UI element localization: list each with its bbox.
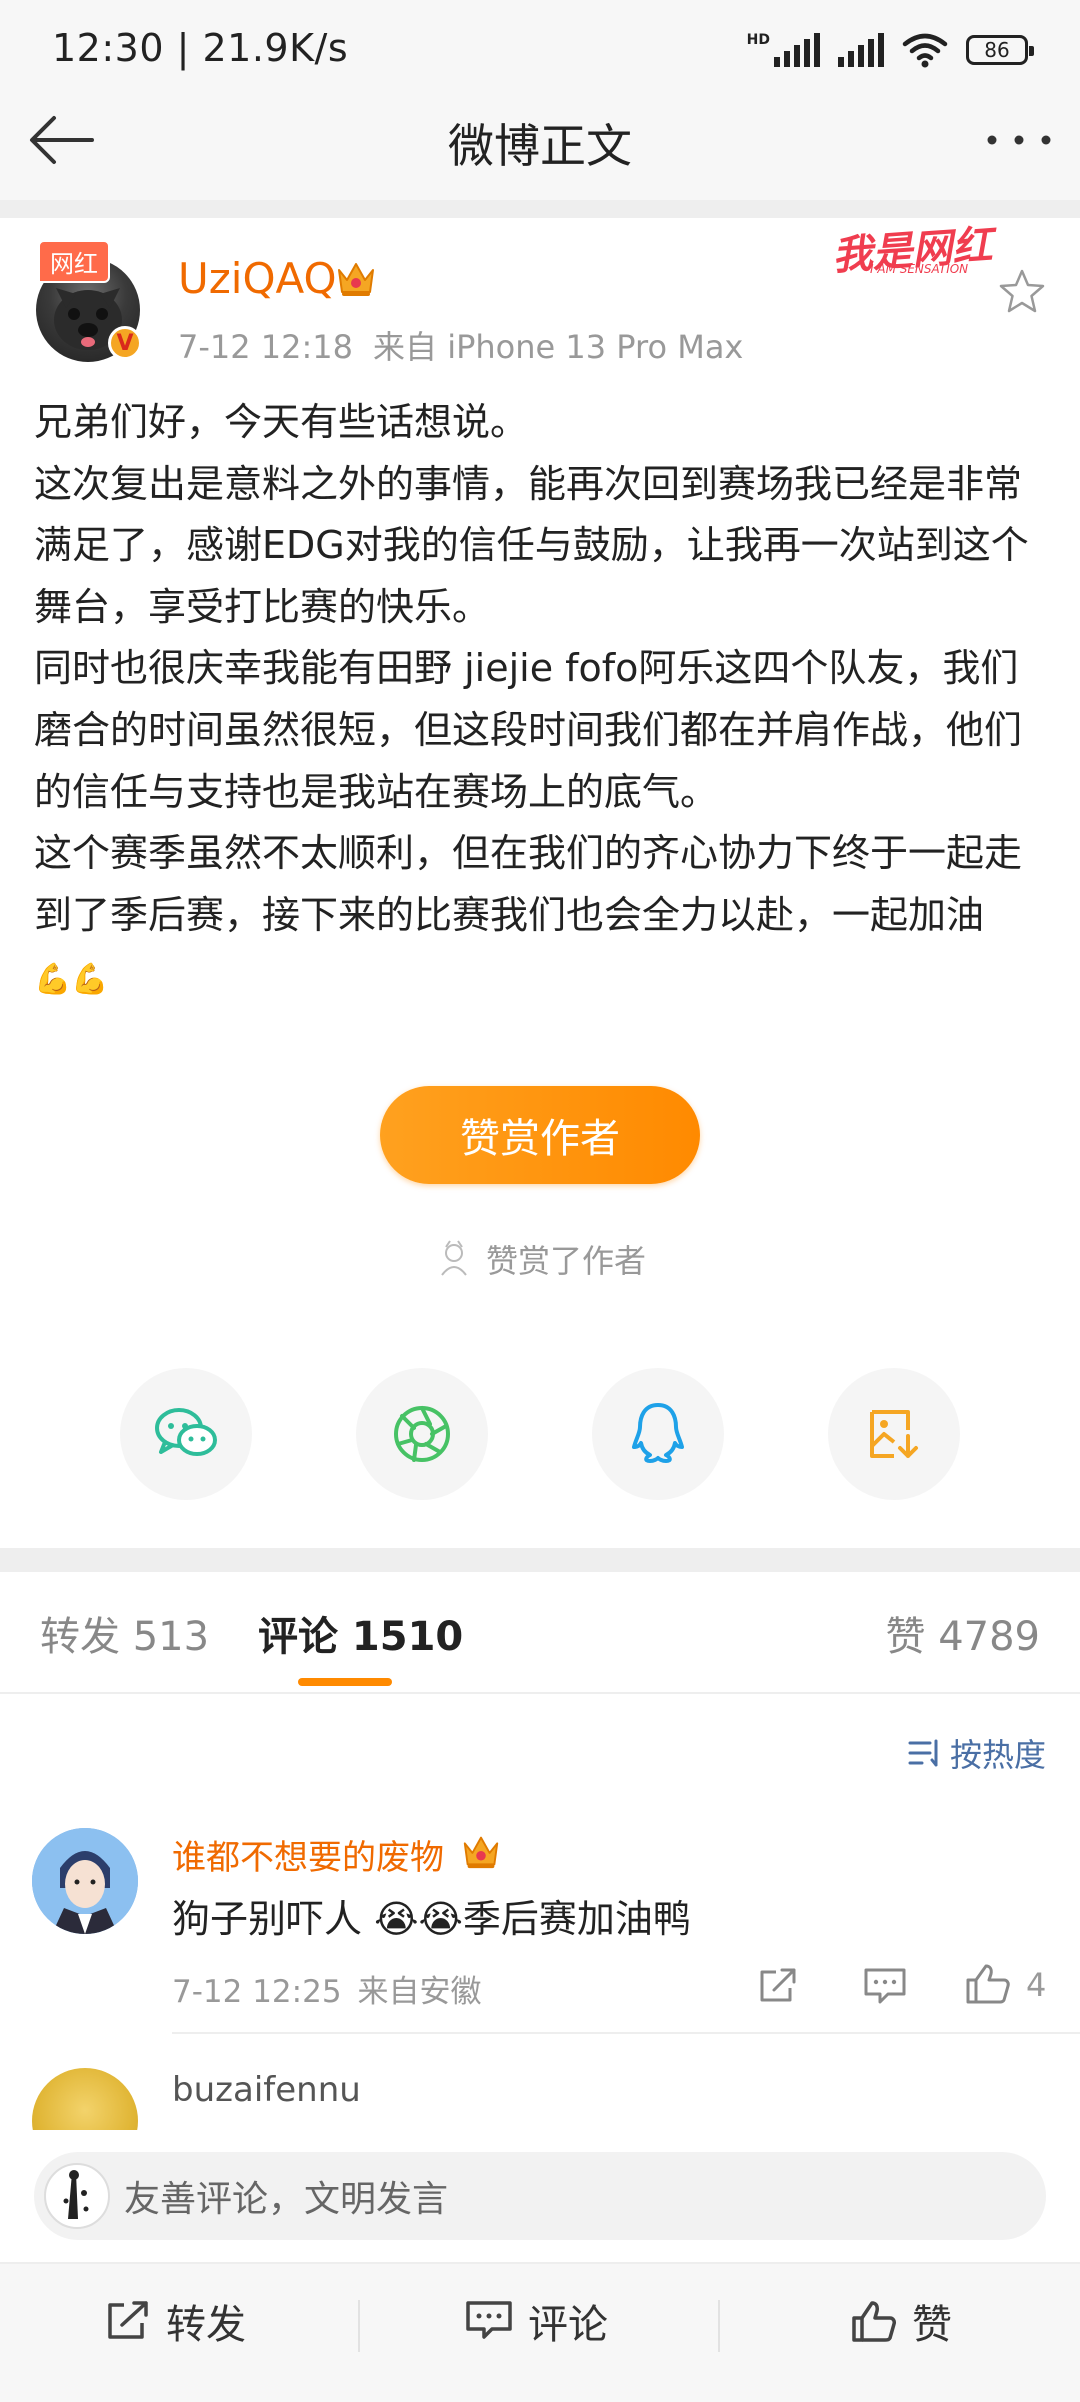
tabs-divider xyxy=(0,1692,1080,1694)
comment-button[interactable]: 评论 xyxy=(464,2292,608,2350)
comment-source: 来自安徽 xyxy=(357,1974,482,2010)
moments-aperture-icon xyxy=(394,1406,450,1462)
repost-icon xyxy=(108,2301,148,2339)
page-title: 微博正文 xyxy=(448,119,632,173)
wifi-icon xyxy=(902,33,948,68)
comment-reply-icon[interactable] xyxy=(862,1966,908,2006)
comment-icon xyxy=(466,2301,512,2339)
anime-avatar-icon xyxy=(32,1828,138,1934)
share-wechat-button[interactable] xyxy=(120,1368,252,1500)
comment-input[interactable]: 友善评论，文明发言 xyxy=(34,2152,1046,2240)
battery-icon: 86 xyxy=(966,35,1034,65)
tab-comment[interactable]: 评论 1510 xyxy=(258,1604,463,1662)
like-thumb-icon xyxy=(852,2301,896,2342)
post-content: 兄弟们好，今天有些话想说。 这次复出是意料之外的事情，能再次回到赛场我已经是非常… xyxy=(34,392,1044,1011)
share-qq-button[interactable] xyxy=(592,1368,724,1500)
sort-icon xyxy=(908,1739,938,1767)
flexed-biceps-emoji: 💪💪 xyxy=(34,962,109,998)
status-icons: HD 86 xyxy=(746,28,1034,72)
tab-like[interactable]: 赞 4789 xyxy=(885,1604,1040,1662)
qq-penguin-icon xyxy=(632,1403,684,1463)
repost-label: 转发 xyxy=(166,2302,246,2348)
repost-button[interactable]: 转发 xyxy=(104,2292,246,2350)
more-options-icon[interactable] xyxy=(984,128,1054,152)
post-paragraph-text: 这个赛季虽然不太顺利，但在我们的齐心协力下终于一起走到了季后赛，接下来的比赛我们… xyxy=(34,831,1023,937)
post-meta: 7-12 12:18 来自 iPhone 13 Pro Max xyxy=(178,322,743,368)
comment-input-placeholder: 友善评论，文明发言 xyxy=(124,2179,449,2220)
section-divider xyxy=(0,200,1080,218)
action-separator xyxy=(718,2300,720,2352)
post-paragraph: 这个赛季虽然不太顺利，但在我们的齐心协力下终于一起走到了季后赛，接下来的比赛我们… xyxy=(34,823,1044,1011)
favorite-star-icon[interactable] xyxy=(996,266,1048,318)
comment-text: 狗子别吓人 😭😭季后赛加油鸭 xyxy=(172,1897,691,1941)
commenter-avatar[interactable] xyxy=(32,1828,138,1934)
comment-like-thumb-icon[interactable] xyxy=(964,1962,1012,2006)
like-label: 赞 xyxy=(912,2302,952,2348)
post-paragraph: 兄弟们好，今天有些话想说。 xyxy=(34,400,529,444)
post-paragraph: 这次复出是意料之外的事情，能再次回到赛场我已经是非常满足了，感谢EDG对我的信任… xyxy=(34,461,1029,629)
network-speed: 21.9K/s xyxy=(202,26,349,70)
post-source: 来自 iPhone 13 Pro Max xyxy=(373,328,744,366)
tipped-label: 赞赏了作者 xyxy=(486,1242,647,1280)
wechat-icon xyxy=(155,1408,217,1456)
post-time: 7-12 12:18 xyxy=(178,328,354,366)
like-button[interactable]: 赞 xyxy=(850,2292,952,2350)
comment-label: 评论 xyxy=(528,2302,608,2348)
user-avatar xyxy=(44,2163,110,2229)
giraffe-avatar-icon xyxy=(47,2166,107,2226)
comment-meta: 7-12 12:25 来自安徽 xyxy=(172,1966,482,2011)
tipped-row[interactable]: 赞赏了作者 xyxy=(434,1236,646,1282)
active-tab-indicator xyxy=(298,1678,392,1686)
sort-by-hot-button[interactable]: 按热度 xyxy=(908,1730,1046,1776)
hd-label: HD xyxy=(746,32,770,48)
influencer-badge: 网红 xyxy=(38,240,110,283)
crown-vip-icon[interactable] xyxy=(460,1830,502,1872)
battery-level: 86 xyxy=(984,38,1010,62)
sort-label: 按热度 xyxy=(949,1736,1046,1774)
save-image-button[interactable] xyxy=(828,1368,960,1500)
author-name[interactable]: UziQAQ xyxy=(178,254,337,303)
action-separator xyxy=(358,2300,360,2352)
cell-signal-2-icon xyxy=(838,33,884,67)
share-moments-button[interactable] xyxy=(356,1368,488,1500)
influencer-stamp-subtitle: I AM SENSATION xyxy=(870,262,969,276)
comment-like-count: 4 xyxy=(1026,1966,1047,2004)
tipper-avatar-icon xyxy=(441,1240,467,1276)
divider: | xyxy=(176,26,203,70)
tip-author-button[interactable]: 赞赏作者 xyxy=(380,1086,700,1184)
tab-repost[interactable]: 转发 513 xyxy=(40,1604,209,1662)
comment-time: 7-12 12:25 xyxy=(172,1974,342,2010)
crown-vip-icon[interactable] xyxy=(334,256,378,300)
status-time: 12:30 | 21.9K/s xyxy=(52,26,348,70)
verified-badge-icon: V xyxy=(108,326,142,360)
comment-divider xyxy=(172,2032,1080,2034)
commenter-name[interactable]: buzaifennu xyxy=(172,2070,361,2110)
post-paragraph: 同时也很庆幸我能有田野 jiejie fofo阿乐这四个队友，我们磨合的时间虽然… xyxy=(34,646,1023,814)
cell-signal-icon xyxy=(774,33,820,67)
section-divider xyxy=(0,1548,1080,1572)
clock: 12:30 xyxy=(52,26,165,70)
commenter-name[interactable]: 谁都不想要的废物 xyxy=(172,1830,444,1879)
save-picture-icon xyxy=(870,1410,918,1458)
comment-share-icon[interactable] xyxy=(756,1966,800,2006)
